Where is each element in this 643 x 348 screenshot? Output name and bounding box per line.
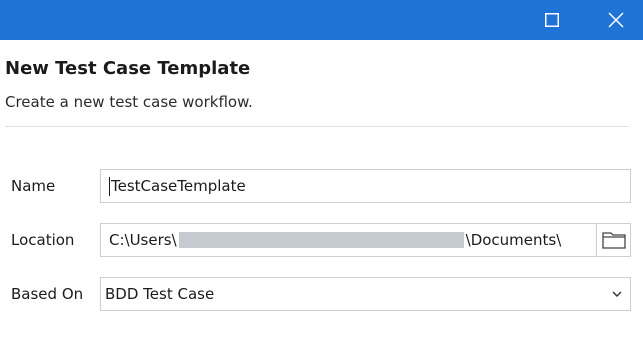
header-divider [5, 126, 629, 127]
based-on-label: Based On [11, 285, 84, 303]
folder-icon [601, 232, 626, 249]
close-button[interactable] [588, 0, 643, 40]
location-prefix: C:\Users\ [109, 231, 177, 249]
location-label: Location [11, 231, 75, 249]
location-input[interactable]: C:\Users\ \Documents\ [100, 223, 597, 257]
close-icon [608, 12, 624, 28]
redacted-username [178, 232, 464, 248]
location-suffix: \Documents\ [465, 231, 562, 249]
title-bar [0, 0, 643, 40]
based-on-selected: BDD Test Case [105, 285, 215, 303]
browse-folder-button[interactable] [596, 223, 631, 257]
maximize-button[interactable] [524, 0, 580, 40]
based-on-select[interactable]: BDD Test Case [100, 277, 631, 311]
name-input-value: TestCaseTemplate [111, 177, 246, 195]
name-label: Name [11, 177, 56, 195]
name-input[interactable]: TestCaseTemplate [100, 169, 631, 203]
maximize-icon [545, 13, 559, 27]
page-title: New Test Case Template [5, 58, 251, 79]
chevron-down-icon [612, 291, 622, 297]
page-subtitle: Create a new test case workflow. [5, 93, 253, 111]
text-caret [109, 176, 110, 196]
